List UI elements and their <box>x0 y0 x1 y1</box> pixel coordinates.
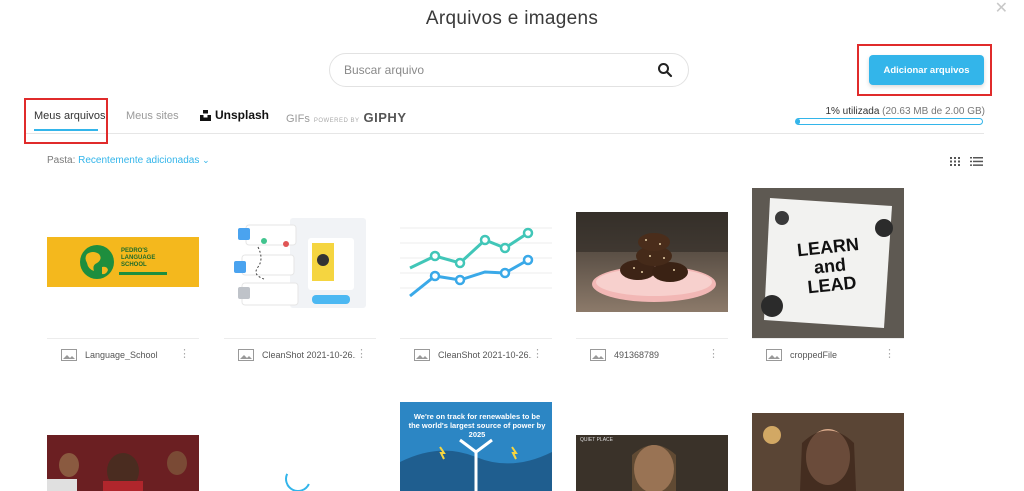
cleanshot-illustration <box>234 218 366 308</box>
storage-used-label: 1% utilizada <box>825 106 880 117</box>
file-name: croppedFile <box>790 349 838 360</box>
unsplash-logo-icon <box>200 109 211 121</box>
unsplash-label: Unsplash <box>215 108 270 122</box>
search-input[interactable] <box>344 63 656 77</box>
file-name: Language_School <box>85 349 158 360</box>
laughing-woman-photo <box>752 413 904 491</box>
folder-value[interactable]: Recentemente adicionadas <box>78 155 199 166</box>
line-graph-illustration <box>400 227 552 298</box>
file-thumbnail[interactable]: QUIET PLACE <box>576 435 728 491</box>
more-options-icon[interactable]: ⋮ <box>532 349 543 359</box>
giphy-logo: GIPHY <box>363 110 407 125</box>
grid-view-icon[interactable] <box>950 157 960 166</box>
file-meta: croppedFile ⋮ <box>752 338 904 370</box>
file-thumbnail[interactable] <box>752 413 904 491</box>
more-options-icon[interactable]: ⋮ <box>884 349 895 359</box>
gifs-label: GIFs <box>286 113 310 125</box>
file-meta: CleanShot 2021-10-26... ⋮ <box>400 338 552 370</box>
tab-my-files[interactable]: Meus arquivos <box>34 110 106 122</box>
page-title: Arquivos e imagens <box>425 8 599 29</box>
storage-usage: 1% utilizada (20.63 MB de 2.00 GB) <box>795 106 985 117</box>
image-file-icon <box>766 348 782 361</box>
image-file-icon <box>590 348 606 361</box>
powered-by-label: POWERED BY <box>313 118 360 124</box>
file-thumbnail[interactable]: We're on track for renewables to be the … <box>400 402 552 491</box>
file-thumbnail[interactable]: PEDRO'S LANGUAGE SCHOOL <box>47 237 199 287</box>
storage-progress-bar <box>795 118 983 125</box>
folder-selector[interactable]: Pasta: Recentemente adicionadas ⌄ <box>47 155 210 166</box>
crowd-photo <box>47 435 199 491</box>
learn-and-lead-text: LEARN and LEAD <box>796 233 860 298</box>
active-tab-underline <box>34 129 98 131</box>
tab-my-sites[interactable]: Meus sites <box>126 110 179 122</box>
file-thumbnail[interactable] <box>576 212 728 312</box>
file-meta: 491368789 ⋮ <box>576 338 728 370</box>
more-options-icon[interactable]: ⋮ <box>356 349 367 359</box>
file-meta: Language_School ⋮ <box>47 338 199 370</box>
language-school-logo-text: PEDRO'S LANGUAGE SCHOOL <box>121 248 156 268</box>
movie-scene-photo <box>576 435 728 491</box>
file-name: CleanShot 2021-10-26... <box>262 349 356 360</box>
add-files-highlight: Adicionar arquivos <box>857 44 992 96</box>
more-options-icon[interactable]: ⋮ <box>708 349 719 359</box>
file-name: CleanShot 2021-10-26... <box>438 349 532 360</box>
tab-gifs[interactable]: GIFs POWERED BY GIPHY <box>286 110 407 125</box>
more-options-icon[interactable]: ⋮ <box>179 349 190 359</box>
file-meta: CleanShot 2021-10-26... ⋮ <box>224 338 376 370</box>
search-icon[interactable] <box>656 61 674 79</box>
chevron-down-icon[interactable]: ⌄ <box>202 155 210 165</box>
donuts-photo <box>576 212 728 302</box>
storage-detail: (20.63 MB de 2.00 GB) <box>882 106 985 117</box>
file-thumbnail[interactable]: LEARN and LEAD <box>752 188 904 338</box>
tab-unsplash[interactable]: Unsplash <box>200 108 269 122</box>
scene-caption: QUIET PLACE <box>580 437 613 443</box>
loading-spinner <box>281 462 315 491</box>
image-file-icon <box>61 348 77 361</box>
file-name: 491368789 <box>614 349 660 360</box>
close-icon[interactable]: ✕ <box>995 0 1008 18</box>
file-thumbnail[interactable] <box>224 213 376 313</box>
image-file-icon <box>414 348 430 361</box>
search-box[interactable] <box>329 53 689 87</box>
add-files-button[interactable]: Adicionar arquivos <box>869 55 984 85</box>
list-view-icon[interactable] <box>970 157 983 166</box>
file-thumbnail[interactable] <box>47 435 199 491</box>
storage-progress-fill <box>796 119 800 124</box>
poster-text: We're on track for renewables to be the … <box>408 412 546 439</box>
image-file-icon <box>238 348 254 361</box>
file-thumbnail[interactable] <box>400 218 552 308</box>
folder-label: Pasta: <box>47 155 76 166</box>
